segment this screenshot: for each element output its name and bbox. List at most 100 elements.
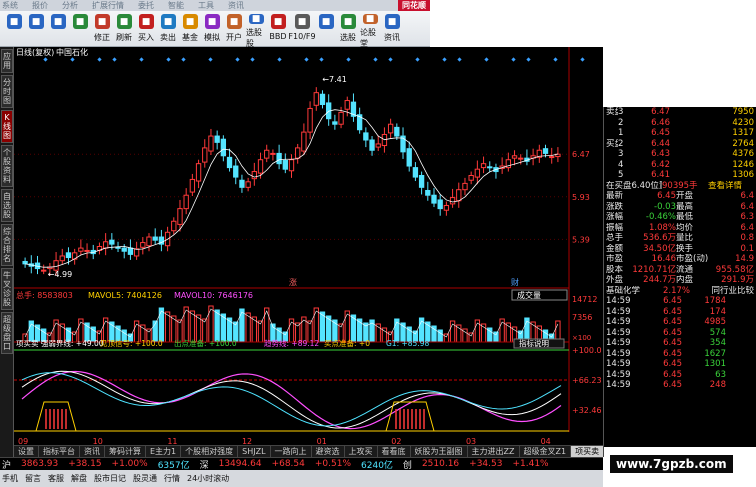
bottom-bar-item[interactable]: 股市日记 [94,473,126,484]
side-tab[interactable]: 应用 [1,49,13,73]
signal-diamond [304,57,309,62]
indicator-tab[interactable]: 主力进出ZZ [468,446,520,457]
bottom-bar-item[interactable]: 24小时滚动 [187,473,229,484]
indicator-title: 项买卖 强弱界线: +49.00 [16,338,104,348]
toolbar-button[interactable]: ■ F10/F9 [288,12,316,46]
bottom-bar-item[interactable]: 股灵通 [133,473,157,484]
volume-bar [344,310,350,343]
toolbar-button[interactable]: ■ 修正 [92,12,112,46]
quote-row: 5 6.41 1306 [604,170,756,181]
toolbar-button[interactable]: ■ 基金 [180,12,200,46]
toolbar-button[interactable]: ■ 刷新 [114,12,134,46]
toolbar-button[interactable]: ■ [48,12,68,46]
candle-body [59,255,65,262]
kline-svg[interactable]: 日线(复权) 中国石化 6.47 5.93 5.39 ←7.41 ←4.99 涨 财总手: 85… [14,47,603,446]
side-tab[interactable]: K线图 [1,110,13,143]
toolbar-button[interactable]: ■ [26,12,46,46]
indicator-tab[interactable]: 筹码计算 [105,446,146,457]
candle-body [264,149,270,159]
bottom-bar-item[interactable]: 行情 [164,473,180,484]
indicator-help-label[interactable]: 指标说明 [519,338,549,348]
news-icon: ■ [318,14,334,29]
indicator-tab[interactable]: SHJZL [238,446,271,457]
bid-volume: 1246 [732,159,754,170]
bottom-bar-item[interactable]: 手机 [2,473,18,484]
index-status-item: 沪 [2,460,12,471]
volume-title: 总手: 8583803 [16,290,73,300]
tick-price: 6.45 [663,380,682,390]
tick-volume: 248 [709,380,726,390]
toolbar-button[interactable]: ■ [316,12,336,46]
side-tab[interactable]: 个股资料 [1,145,13,187]
toolbar-button-label: 修正 [94,33,110,42]
indicator-tab[interactable]: 看看底 [378,446,411,457]
indicator-tab[interactable]: 上攻买 [345,446,378,457]
kline-chart[interactable]: 日线(复权) 中国石化 6.47 5.93 5.39 ←7.41 ←4.99 涨 财总手: 85… [14,47,603,446]
volume-selector-label[interactable]: 成交量 [517,290,541,300]
candle-body [480,163,487,169]
tick-arrow [726,380,746,391]
indicator-tab[interactable]: 妖股为王副图 [411,446,468,457]
candle-body [443,204,450,211]
toolbar-button-label: 资讯 [384,33,400,42]
indicator-tab[interactable]: 避资选 [312,446,345,457]
volume-bar [183,306,189,343]
indicator-tab[interactable]: 个股相对强度 [181,446,239,457]
candle-body [474,168,481,178]
indicator-tab[interactable]: 设置 [14,446,39,457]
toolbar-button[interactable]: ■ 资讯 [382,12,402,46]
indicator-tab[interactable]: 一路向上 [271,446,312,457]
forward-arrow-icon: ■ [28,14,44,29]
volume-bar [443,333,450,343]
indicator-tab[interactable]: 项买卖 [571,446,605,457]
tick-volume: 4985 [704,317,726,327]
menu-item[interactable]: 分析 [62,0,78,11]
indicator-tab[interactable]: 资讯 [80,446,105,457]
indicator-tab[interactable]: 超级金叉Z1 [520,446,572,457]
candle-body [344,100,350,110]
position-link: 查看详情 [708,180,743,191]
menu-item[interactable]: 工具 [198,0,214,11]
tick-arrow [726,338,746,349]
bottom-bar-item[interactable]: 留言 [25,473,41,484]
side-tab[interactable]: 分时图 [1,75,13,108]
volume-bar [319,311,326,343]
menu-item[interactable]: 资讯 [228,0,244,11]
menu-item[interactable]: 委托 [138,0,154,11]
side-tab[interactable]: 超级盘口 [1,312,13,354]
side-tab[interactable]: 综合排名 [1,224,13,266]
toolbar-button[interactable]: ■ 选股 [338,12,358,46]
toolbar-button[interactable]: ■ 卖出 [158,12,178,46]
tick-time: 14:59 [606,359,631,369]
toolbar-button[interactable]: ■ 论股堂 [360,12,380,48]
toolbar-button[interactable]: ■ BBD [268,12,288,46]
menu-item[interactable]: 智能 [168,0,184,11]
menu-item[interactable]: 报价 [32,0,48,11]
correct-icon: ■ [94,14,110,29]
bottom-bar-item[interactable]: 客服 [48,473,64,484]
toolbar-button[interactable]: ■ 买入 [136,12,156,46]
toolbar-button[interactable]: ■ 开户 [224,12,244,46]
position-note: 在买盘6.40位置有 [606,180,662,191]
stat-value: 6.4 [740,191,754,201]
toolbar-button[interactable]: ■ 模拟 [202,12,222,46]
candle-body [387,123,394,134]
toolbar-button[interactable]: ■ [4,12,24,46]
side-tab[interactable]: 牛叉诊股 [1,268,13,310]
menu-item[interactable]: 扩展行情 [92,0,124,11]
toolbar-button-label: 论股堂 [360,28,376,48]
ask-label: 卖盘 [606,107,618,117]
menu-item[interactable]: 系统 [2,0,18,11]
candle-body [431,194,437,204]
stock-screen-icon: ■ [340,14,356,29]
candle-body [214,135,220,143]
tick-price: 6.45 [663,338,682,348]
bottom-bar-item[interactable]: 解盘 [71,473,87,484]
toolbar-button[interactable]: ■ [70,12,90,46]
side-tab[interactable]: 自选股 [1,189,13,222]
indicator-tab[interactable]: 指标平台 [39,446,80,457]
candle-body [270,152,276,155]
chart-mode: 日线(复权) [16,47,54,57]
indicator-tab[interactable]: E主力1 [146,446,182,457]
toolbar-button[interactable]: ■ 选股股 [246,12,266,48]
